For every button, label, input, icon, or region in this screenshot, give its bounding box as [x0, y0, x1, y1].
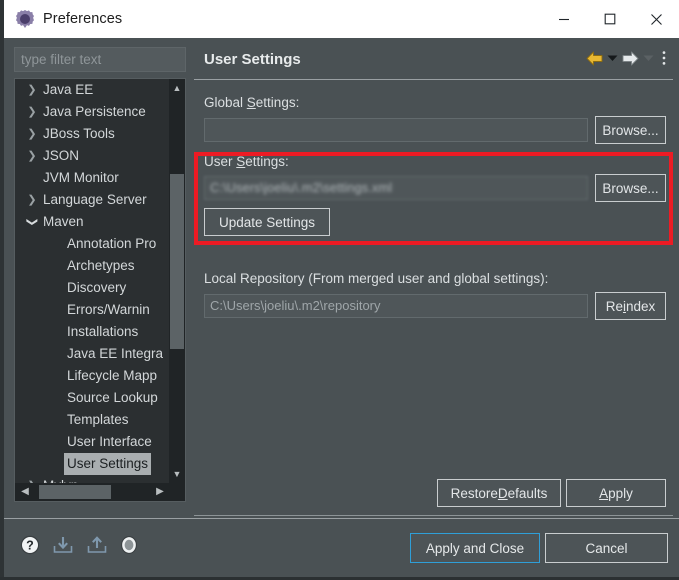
sidebar-item-label: Maven: [43, 214, 84, 229]
sidebar-item-jvm-monitor[interactable]: JVM Monitor: [15, 167, 170, 189]
sidebar-item-label: Java EE: [43, 82, 94, 97]
sidebar-item-label: Errors/Warnin: [67, 302, 150, 317]
window-controls: [541, 0, 679, 38]
sidebar-item-maven[interactable]: ❯ Maven: [15, 211, 170, 233]
svg-text:?: ?: [26, 539, 34, 553]
sidebar-item-java-persistence[interactable]: ❯ Java Persistence: [15, 101, 170, 123]
page-title: User Settings: [204, 51, 301, 68]
window-title: Preferences: [43, 11, 123, 27]
sidebar-item-label: Source Lookup: [67, 390, 158, 405]
apply-and-close-button[interactable]: Apply and Close: [410, 533, 540, 563]
sidebar-item-errors-warnin[interactable]: Errors/Warnin: [15, 299, 170, 321]
sidebar-item-label: Templates: [67, 412, 129, 427]
scrollbar-horizontal[interactable]: ◀ ▶: [15, 483, 185, 501]
sidebar-item-source-lookup[interactable]: Source Lookup: [15, 387, 170, 409]
user-settings-input[interactable]: C:\Users\joeliu\.m2\settings.xml: [204, 176, 588, 200]
sidebar-item-label: JSON: [43, 148, 80, 163]
sidebar-item-label: JVM Monitor: [43, 170, 119, 185]
footer-icon-group: ?: [20, 535, 138, 555]
scroll-up-icon[interactable]: ▲: [169, 80, 185, 96]
sidebar-item-lifecycle-mapp[interactable]: Lifecycle Mapp: [15, 365, 170, 387]
sidebar-item-discovery[interactable]: Discovery: [15, 277, 170, 299]
preferences-dialog: Preferences type filter text ❯ Java EE ❯ Ja…: [0, 0, 679, 580]
preferences-tree: ❯ Java EE ❯ Java Persistence ❯ JBoss Tools ❯ JS…: [14, 78, 186, 502]
back-dropdown-icon[interactable]: [607, 54, 618, 62]
global-settings-input[interactable]: [204, 118, 588, 142]
dialog-footer: ? Apply and Close Cancel: [4, 518, 679, 577]
settings-panel: User Settings Global Settings: Browse...…: [194, 44, 673, 512]
cog-icon: [16, 10, 34, 28]
sidebar-item-annotation-pro[interactable]: Annotation Pro: [15, 233, 170, 255]
panel-divider: [194, 515, 673, 516]
sidebar-item-label: Java EE Integra: [67, 346, 164, 361]
chevron-right-icon[interactable]: ❯: [25, 475, 39, 483]
scroll-left-icon[interactable]: ◀: [16, 483, 34, 501]
sidebar-item-mylyn[interactable]: ❯ Mylyn: [15, 475, 170, 483]
help-icon[interactable]: ?: [20, 535, 40, 555]
close-icon[interactable]: [633, 0, 679, 38]
preferences-tree-pane: type filter text ❯ Java EE ❯ Java Persisten…: [10, 44, 190, 512]
scroll-thumb-horizontal[interactable]: [39, 485, 111, 499]
local-repository-input[interactable]: C:\Users\joeliu\.m2\repository: [204, 294, 588, 318]
update-settings-button[interactable]: Update Settings: [204, 208, 330, 236]
export-icon[interactable]: [86, 535, 108, 555]
sidebar-item-label: Annotation Pro: [67, 236, 157, 251]
sidebar-item-label: User Interface: [67, 434, 152, 449]
chevron-right-icon[interactable]: ❯: [25, 123, 39, 145]
apply-button[interactable]: Apply: [566, 479, 666, 507]
reindex-button[interactable]: Re i ndex: [595, 292, 666, 320]
title-bar: Preferences: [4, 0, 679, 38]
local-repository-label: Local Repository (From merged user and g…: [204, 271, 549, 286]
user-settings-browse-button[interactable]: Browse...: [595, 174, 666, 202]
sidebar-item-label: Installations: [67, 324, 139, 339]
sidebar-item-user-interface[interactable]: User Interface: [15, 431, 170, 453]
chevron-right-icon[interactable]: ❯: [25, 101, 39, 123]
panel-toolbar: [586, 50, 667, 66]
sidebar-item-archetypes[interactable]: Archetypes: [15, 255, 170, 277]
cancel-button[interactable]: Cancel: [545, 533, 668, 563]
chevron-right-icon[interactable]: ❯: [25, 145, 39, 167]
user-settings-label: User Settings:: [204, 154, 289, 169]
sidebar-item-label: User Settings: [64, 453, 152, 475]
chevron-right-icon[interactable]: ❯: [25, 79, 39, 101]
sidebar-item-jboss-tools[interactable]: ❯ JBoss Tools: [15, 123, 170, 145]
oval-status-icon[interactable]: [120, 535, 138, 555]
sidebar-item-label: Discovery: [67, 280, 127, 295]
dialog-body: type filter text ❯ Java EE ❯ Java Persisten…: [4, 38, 679, 518]
chevron-right-icon[interactable]: ❯: [25, 189, 39, 211]
global-settings-label: Global Settings:: [204, 95, 300, 110]
scroll-thumb-vertical[interactable]: [170, 174, 184, 349]
sidebar-item-json[interactable]: ❯ JSON: [15, 145, 170, 167]
sidebar-item-label: Language Server: [43, 192, 147, 207]
sidebar-item-user-settings[interactable]: User Settings: [15, 453, 170, 475]
overflow-menu-icon[interactable]: [661, 50, 667, 66]
sidebar-item-label: Archetypes: [67, 258, 135, 273]
sidebar-item-label: Java Persistence: [43, 104, 146, 119]
panel-header: User Settings: [194, 44, 673, 80]
sidebar-item-installations[interactable]: Installations: [15, 321, 170, 343]
back-arrow-icon[interactable]: [586, 51, 603, 66]
sidebar-item-label: Lifecycle Mapp: [67, 368, 158, 383]
restore-defaults-button[interactable]: Restore Defaults: [437, 479, 561, 507]
import-icon[interactable]: [52, 535, 74, 555]
chevron-down-icon[interactable]: ❯: [21, 215, 43, 229]
filter-input[interactable]: type filter text: [14, 47, 186, 72]
sidebar-item-java-ee-integra[interactable]: Java EE Integra: [15, 343, 170, 365]
sidebar-item-templates[interactable]: Templates: [15, 409, 170, 431]
maximize-icon[interactable]: [587, 0, 633, 38]
global-settings-browse-button[interactable]: Browse...: [595, 116, 666, 144]
tree-items: ❯ Java EE ❯ Java Persistence ❯ JBoss Tools ❯ JS…: [15, 79, 170, 483]
scroll-down-icon[interactable]: ▼: [169, 466, 185, 482]
sidebar-item-label: Mylyn: [43, 475, 78, 483]
forward-arrow-icon[interactable]: [622, 51, 639, 66]
sidebar-item-label: JBoss Tools: [43, 126, 115, 141]
sidebar-item-language-server[interactable]: ❯ Language Server: [15, 189, 170, 211]
forward-dropdown-icon: [643, 54, 654, 62]
scroll-right-icon[interactable]: ▶: [151, 483, 169, 501]
sidebar-item-java-ee[interactable]: ❯ Java EE: [15, 79, 170, 101]
minimize-icon[interactable]: [541, 0, 587, 38]
scrollbar-vertical[interactable]: ▲ ▼: [169, 79, 185, 483]
